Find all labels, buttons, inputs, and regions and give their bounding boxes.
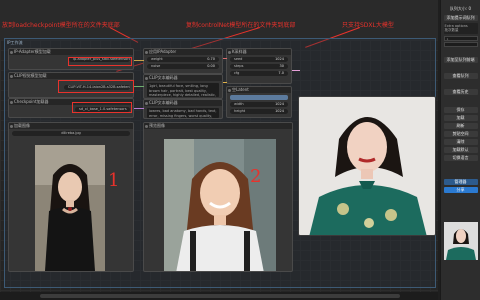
load-image-node[interactable]: 加载图像 dilireba.jpg <box>8 122 134 272</box>
widget-value: 7.0 <box>278 71 284 75</box>
widget-value: 0.70 <box>207 57 215 61</box>
annotation-note-3: 只支持SDXL大模型 <box>342 22 394 29</box>
highlight-box-3 <box>72 102 132 113</box>
wire <box>223 82 227 83</box>
cfg-widget[interactable]: cfg 7.0 <box>230 71 288 76</box>
widget-label: steps <box>234 64 244 68</box>
group-title: IP工作流 <box>7 40 23 45</box>
highlight-box-1 <box>68 57 132 66</box>
wire <box>223 58 227 59</box>
node-title: CLIP文本编码器 <box>144 100 222 106</box>
input-portrait-image <box>35 145 105 271</box>
generated-image-1 <box>164 139 276 271</box>
apply-ipadapter-node[interactable]: 应用IPAdapter weight 0.70 noise 0.00 <box>143 48 223 74</box>
empty-latent-node[interactable]: 空Latent width 1024 height 1024 <box>226 86 292 118</box>
view-history-button[interactable]: 查看历史 <box>443 89 478 95</box>
refresh-button[interactable]: 刷新 <box>443 123 478 129</box>
queue-front-button[interactable]: 添加至队列前端 <box>443 57 478 63</box>
node-title: 加载图像 <box>9 123 133 129</box>
steps-widget[interactable]: steps 30 <box>230 64 288 69</box>
widget-value: 1024 <box>275 109 284 113</box>
queue-prompt-button[interactable]: 添加提示词队列 <box>443 15 478 21</box>
annotation-note-1: 放到loadcheckpoint模型所在的文件夹底部 <box>2 22 120 29</box>
widget-label: cfg <box>234 71 240 75</box>
queue-size-label: 队列大小: 0 <box>449 6 472 11</box>
progress-bar <box>230 95 288 100</box>
load-default-button[interactable]: 加载默认 <box>443 147 478 153</box>
widget-label: height <box>234 109 246 113</box>
node-title: K采样器 <box>227 49 291 55</box>
node-title: 应用IPAdapter <box>144 49 222 55</box>
node-title: IP-Adapter模型加载 <box>9 49 133 55</box>
view-queue-button[interactable]: 查看队列 <box>443 73 478 79</box>
widget-value: 30 <box>279 64 284 68</box>
batch-count-slider[interactable] <box>443 42 478 47</box>
extra-options-box: Extra options 批次数量 <box>443 23 478 34</box>
save-button[interactable]: 保存 <box>443 107 478 113</box>
seed-widget[interactable]: seed 1024 <box>230 57 288 62</box>
negative-prompt-node[interactable]: CLIP文本编码器 lowres, bad anatomy, bad hands… <box>143 99 223 119</box>
manager-button[interactable]: 管理器 <box>443 179 478 185</box>
wire <box>134 86 144 87</box>
save-image-node[interactable] <box>298 96 436 236</box>
widget-value: 1024 <box>275 57 284 61</box>
annotation-number-1: 1 <box>108 170 120 191</box>
annotation-number-2: 2 <box>250 166 262 187</box>
wire <box>292 70 300 71</box>
wire <box>134 60 144 61</box>
node-title: 空Latent <box>227 87 291 93</box>
widget-label: noise <box>151 64 161 68</box>
widget-label: seed <box>234 57 243 61</box>
noise-widget[interactable]: noise 0.00 <box>147 64 219 69</box>
annotation-note-2: 复制controlNet模型所在的文件夹到底部 <box>186 22 296 29</box>
generated-image-2 <box>299 97 435 235</box>
share-button[interactable]: 分享 <box>443 187 478 193</box>
image-file-select[interactable]: dilireba.jpg <box>12 131 130 136</box>
widget-value: 1024 <box>275 102 284 106</box>
workflow-canvas[interactable]: 放到loadcheckpoint模型所在的文件夹底部 复制controlNet模… <box>0 0 438 300</box>
clear-button[interactable]: 清除 <box>443 139 478 145</box>
wire <box>134 108 144 109</box>
scrollbar-thumb[interactable] <box>40 294 400 298</box>
clipspace-button[interactable]: 剪贴空间 <box>443 131 478 137</box>
batch-count-input[interactable]: 1 <box>443 36 478 41</box>
weight-widget[interactable]: weight 0.70 <box>147 57 219 62</box>
negative-prompt-text[interactable]: lowres, bad anatomy, bad hands, text, er… <box>147 108 219 118</box>
preview-image-node[interactable]: 预览图像 <box>143 122 293 272</box>
batch-count-label: 批次数量 <box>444 28 459 32</box>
ksampler-node[interactable]: K采样器 seed 1024 steps 30 cfg 7.0 <box>226 48 292 84</box>
widget-label: width <box>234 102 244 106</box>
width-widget[interactable]: width 1024 <box>230 102 288 107</box>
positive-prompt-node[interactable]: CLIP文本编码器 1girl, beautiful face, smiling… <box>143 74 223 99</box>
queue-thumbnail[interactable] <box>444 222 478 260</box>
node-title: CLIP文本编码器 <box>144 75 222 81</box>
queue-sidebar: 队列大小: 0 添加提示词队列 Extra options 批次数量 1 添加至… <box>440 0 480 300</box>
widget-value: 0.00 <box>207 64 215 68</box>
height-widget[interactable]: height 1024 <box>230 109 288 114</box>
node-title: 预览图像 <box>144 123 292 129</box>
widget-label: weight <box>151 57 163 61</box>
switch-language-button[interactable]: 切换语言 <box>443 155 478 161</box>
node-title: CLIP视觉模型加载 <box>9 73 133 79</box>
horizontal-scrollbar[interactable] <box>0 292 438 300</box>
positive-prompt-text[interactable]: 1girl, beautiful face, smiling, long bro… <box>147 83 219 97</box>
load-button[interactable]: 加载 <box>443 115 478 121</box>
highlight-box-2 <box>58 80 134 93</box>
